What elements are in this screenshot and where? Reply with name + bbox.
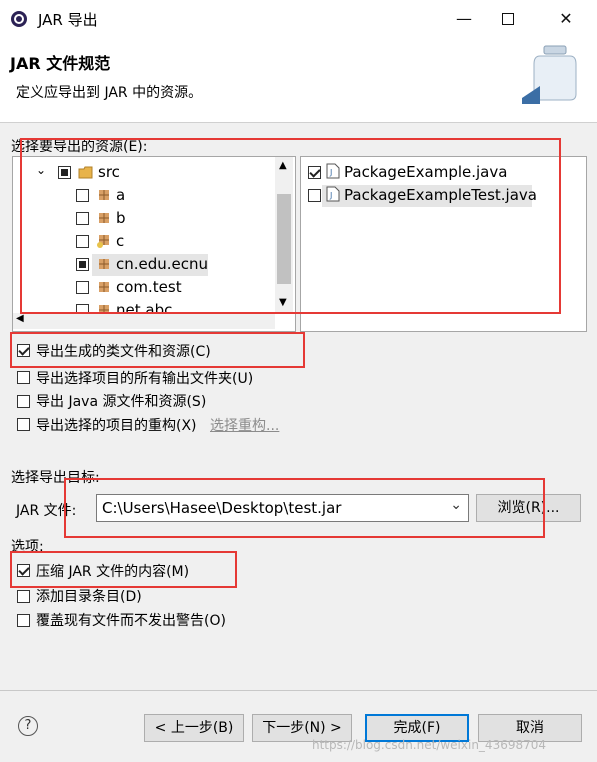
export-output-folders-checkbox[interactable] [17, 371, 30, 384]
select-refactorings-link[interactable]: 选择重构... [210, 415, 279, 435]
export-output-folders-label[interactable]: 导出选择项目的所有输出文件夹(U) [36, 368, 253, 388]
window-title: JAR 导出 [38, 11, 98, 29]
scroll-left-icon[interactable]: ◀ [16, 313, 24, 324]
overwrite-label[interactable]: 覆盖现有文件而不发出警告(O) [36, 610, 226, 630]
highlight-box [10, 332, 305, 368]
watermark: https://blog.csdn.net/weixin_43698704 [312, 738, 547, 752]
overwrite-checkbox[interactable] [17, 614, 30, 627]
jar-icon [522, 42, 584, 104]
app-icon [10, 10, 28, 28]
export-refactorings-label[interactable]: 导出选择的项目的重构(X) [36, 415, 197, 435]
page-description: 定义应导出到 JAR 中的资源。 [16, 85, 203, 101]
highlight-box [64, 478, 545, 538]
export-refactorings-checkbox[interactable] [17, 418, 30, 431]
highlight-box [10, 551, 237, 588]
close-icon[interactable]: ✕ [551, 4, 581, 34]
page-title: JAR 文件规范 [10, 54, 111, 73]
highlight-box [20, 138, 561, 314]
tree-hscrollbar[interactable] [13, 313, 275, 329]
maximize-icon[interactable] [493, 4, 523, 34]
minimize-icon[interactable]: — [449, 4, 479, 34]
add-directory-entries-checkbox[interactable] [17, 590, 30, 603]
help-icon[interactable]: ? [18, 716, 38, 736]
footer-divider [0, 690, 597, 691]
export-java-source-checkbox[interactable] [17, 395, 30, 408]
back-button[interactable]: < 上一步(B) [144, 714, 244, 742]
export-java-source-label[interactable]: 导出 Java 源文件和资源(S) [36, 391, 206, 411]
add-directory-entries-label[interactable]: 添加目录条目(D) [36, 586, 142, 606]
